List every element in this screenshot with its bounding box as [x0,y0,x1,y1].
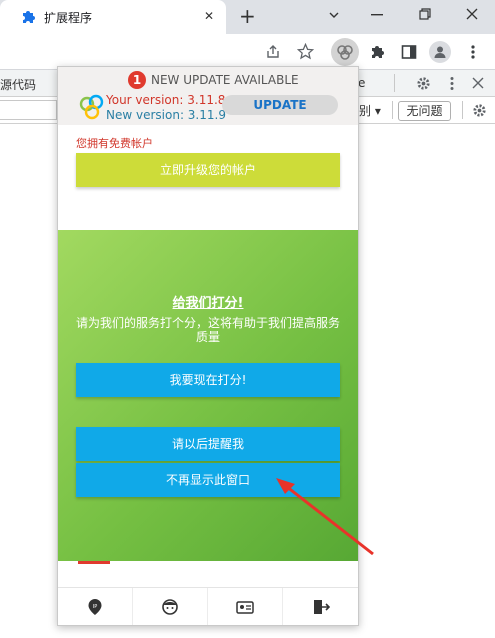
user-avatar-icon [162,599,178,615]
extensions-puzzle-icon[interactable] [369,44,385,60]
chevron-down-icon[interactable] [328,9,340,21]
tab-extensions[interactable]: 扩展程序 ✕ [0,0,226,34]
rate-title: 给我们打分! [172,296,244,311]
remind-later-button[interactable]: 请以后提醒我 [76,427,340,461]
no-issues-button[interactable]: 无问题 [398,101,451,121]
devtools-tab-partial[interactable]: e [358,76,365,90]
tab-close-icon[interactable]: ✕ [204,9,214,23]
devtools-close-icon[interactable] [472,77,484,89]
exit-icon [313,600,330,614]
update-button[interactable]: UPDATE [222,95,338,115]
divider [462,101,463,119]
your-version-text: Your version: 3.11.8 [106,93,226,107]
update-banner: 1 NEW UPDATE AVAILABLE Your version: 3.1… [58,67,358,125]
browser-menu-icon[interactable] [470,44,476,60]
bookmark-star-icon[interactable] [297,43,314,60]
minimize-icon[interactable] [371,14,383,16]
side-panel-icon[interactable] [401,44,417,60]
nav-account-button[interactable] [133,588,208,625]
log-level-dropdown[interactable]: 别 ▾ [359,102,381,119]
filter-input[interactable] [0,100,57,120]
nav-logout-button[interactable] [283,588,358,625]
rate-description: 请为我们的服务打个分，这将有助于我们提高服务质量 [75,316,340,344]
tab-title: 扩展程序 [44,11,93,25]
ip-location-icon: IP [88,599,102,615]
console-settings-gear-icon[interactable] [472,103,487,118]
vpn-extension-icon [337,45,353,60]
svg-text:IP: IP [93,604,98,610]
profile-avatar[interactable] [429,41,451,63]
vpn-logo-icon [79,94,104,120]
window-close-icon[interactable] [466,8,478,20]
restore-icon[interactable] [419,8,431,20]
person-icon [434,46,446,58]
puzzle-icon [23,11,35,23]
update-title: NEW UPDATE AVAILABLE [151,73,299,87]
divider [394,74,395,92]
share-icon[interactable] [265,44,281,60]
browser-toolbar [0,34,495,70]
id-card-icon [236,601,254,614]
rate-now-button[interactable]: 我要现在打分! [76,363,340,397]
free-account-text: 您拥有免费帐户 [76,137,153,150]
upgrade-account-button[interactable]: 立即升级您的帐户 [76,153,340,187]
new-version-text: New version: 3.11.9 [106,108,226,122]
divider [392,101,393,119]
devtools-menu-icon[interactable] [449,76,455,91]
update-count-badge: 1 [128,71,146,89]
extension-active-button[interactable] [331,38,359,66]
annotation-arrow [276,478,374,556]
active-indicator [78,561,110,564]
settings-gear-icon[interactable] [416,76,431,91]
devtools-tab-sources[interactable]: 源代码 [0,76,36,93]
nav-ip-button[interactable]: IP [58,588,133,625]
bottom-nav: IP [58,587,358,625]
browser-tab-strip: 扩展程序 ✕ + [0,0,495,34]
new-tab-button[interactable]: + [239,4,256,28]
nav-id-button[interactable] [208,588,283,625]
